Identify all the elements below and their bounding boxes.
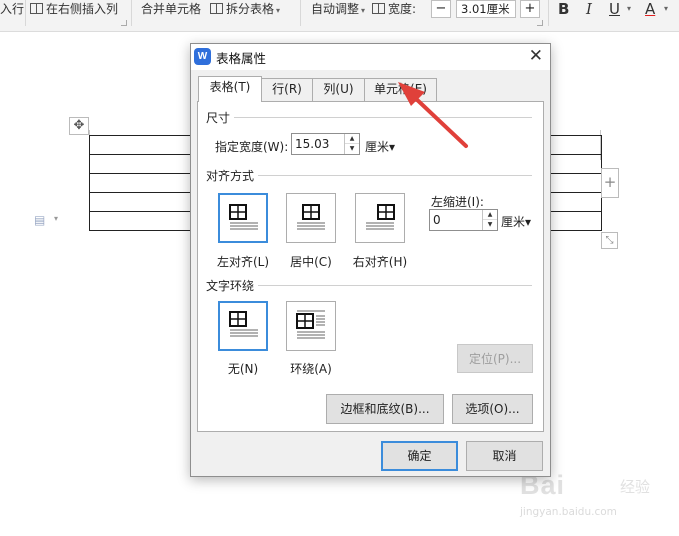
insert-column-icon [30,3,43,14]
close-icon[interactable]: ✕ [529,45,543,67]
width-increase-button[interactable]: + [520,0,540,18]
section-divider [232,117,532,118]
section-divider [256,285,532,286]
spin-down-icon[interactable]: ▼ [345,144,359,154]
spin-down-icon[interactable]: ▼ [483,220,497,230]
italic-button[interactable]: I [586,0,592,18]
align-left-option[interactable] [218,193,268,243]
position-button[interactable]: 定位(P)... [457,344,533,373]
width-input[interactable]: 3.01厘米 [456,0,516,18]
table-properties-dialog: W 表格属性 ✕ 表格(T) 行(R) 列(U) 单元格(E) 尺寸 指定宽度(… [190,43,551,477]
split-table-icon [210,3,223,14]
wrap-around-icon [296,310,325,339]
indent-unit-dropdown[interactable]: 厘米▾ [501,213,531,230]
spinner-buttons[interactable]: ▲ ▼ [482,210,497,230]
dialog-titlebar[interactable]: W 表格属性 ✕ [191,44,550,70]
width-decrease-button[interactable]: − [431,0,451,18]
wrap-none-icon [229,311,258,337]
left-indent-spinner[interactable]: 0 ▲ ▼ [429,209,498,231]
split-table-button[interactable]: 拆分表格 ▾ [210,0,280,18]
chevron-down-icon: ▾ [276,6,281,15]
chevron-down-icon[interactable]: ▾ [664,4,668,13]
wrap-none-option[interactable] [218,301,268,351]
wrapping-section-title: 文字环绕 [206,277,259,294]
dialog-title: 表格属性 [216,51,267,66]
width-label: 宽度: [372,0,416,18]
table-width-spinner[interactable]: 15.03 ▲ ▼ [291,133,360,155]
chevron-down-icon[interactable]: ▾ [627,4,631,13]
ok-button[interactable]: 确定 [381,441,458,471]
align-left-label: 左对齐(L) [216,255,270,269]
insert-row-button[interactable]: 入行 [0,0,24,18]
align-right-label: 右对齐(H) [352,255,408,269]
width-label-text: 宽度: [388,2,417,16]
spin-up-icon[interactable]: ▲ [483,210,497,220]
wrap-around-label: 环绕(A) [290,362,332,376]
options-button[interactable]: 选项(O)... [452,394,533,424]
wps-writer-icon: W [194,48,211,65]
group-launcher-icon[interactable] [121,20,127,26]
split-table-label: 拆分表格 [226,2,275,16]
watermark-brand-suffix: 经验 [620,478,651,496]
toolbar-ribbon: 入行 在右侧插入列 合并单元格 拆分表格 ▾ 自动调整 ▾ 宽度: − 3.01厘米… [0,0,679,32]
ribbon-separator [300,0,301,26]
auto-fit-label: 自动调整 [311,2,360,16]
auto-fit-button[interactable]: 自动调整 ▾ [311,0,365,18]
align-right-option[interactable] [355,193,405,243]
group-launcher-icon[interactable] [537,20,543,26]
align-center-icon [297,204,325,230]
paragraph-menu-icon[interactable]: ▤ [34,213,48,227]
chevron-down-icon[interactable]: ▾ [54,214,58,223]
insert-right-column-button[interactable]: 在右侧插入列 [30,0,118,18]
table-resize-handle-icon[interactable]: ⤡ [601,232,618,249]
watermark: Bai 经验 jingyan.baidu.com [520,470,675,532]
add-column-button[interactable]: + [601,168,619,198]
cancel-button[interactable]: 取消 [466,441,543,471]
tab-table[interactable]: 表格(T) [198,76,262,102]
merge-cells-button[interactable]: 合并单元格 [141,0,201,18]
spinner-buttons[interactable]: ▲ ▼ [344,134,359,154]
left-indent-value: 0 [433,213,441,227]
tab-cell[interactable]: 单元格(E) [364,78,437,101]
watermark-url: jingyan.baidu.com [520,506,617,518]
indent-label: 左缩进(I): [431,195,484,209]
size-section-title: 尺寸 [206,109,235,126]
ribbon-separator [548,0,549,26]
borders-shading-button[interactable]: 边框和底纹(B)... [326,394,444,424]
chevron-down-icon: ▾ [361,6,366,15]
wrap-none-label: 无(N) [227,362,259,376]
insert-right-label: 在右侧插入列 [46,2,119,16]
width-unit-dropdown[interactable]: 厘米▾ [365,138,395,155]
align-center-label: 居中(C) [290,255,332,269]
wrap-around-option[interactable] [286,301,336,351]
alignment-section-title: 对齐方式 [206,167,259,184]
ribbon-separator [25,0,26,26]
font-color-button[interactable]: A [645,0,655,18]
align-right-icon [366,204,395,230]
spin-up-icon[interactable]: ▲ [345,134,359,144]
tab-column[interactable]: 列(U) [312,78,365,101]
bold-button[interactable]: B [558,0,569,18]
section-divider [256,175,532,176]
align-left-icon [229,204,258,230]
table-width-value: 15.03 [295,137,330,151]
table-move-handle-icon[interactable]: ✥ [69,117,89,135]
tab-row[interactable]: 行(R) [261,78,313,101]
width-field-label: 指定宽度(W): [215,140,289,154]
align-center-option[interactable] [286,193,336,243]
width-icon [372,3,385,14]
ribbon-separator [131,0,132,26]
tab-panel-table: 尺寸 指定宽度(W): 15.03 ▲ ▼ 厘米▾ 对齐方式 左对齐(L) 居中… [197,101,544,432]
underline-button[interactable]: U [609,0,620,18]
